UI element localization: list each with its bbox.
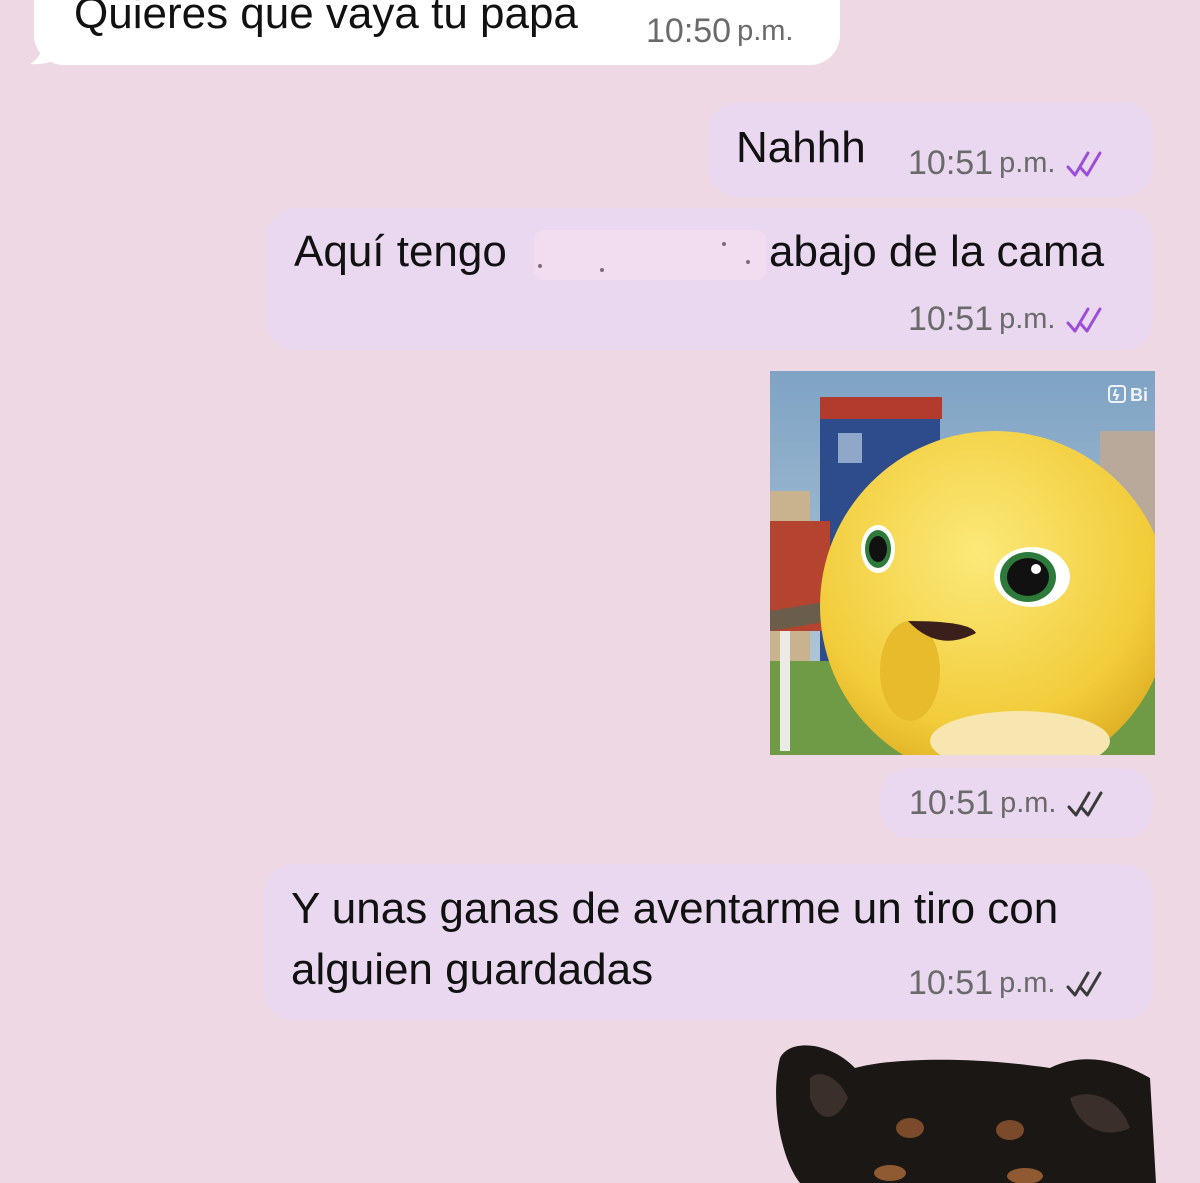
double-check-icon bbox=[1066, 307, 1101, 332]
redaction-speck bbox=[600, 268, 604, 272]
incoming-bubble-tail bbox=[30, 36, 60, 65]
redacted-text bbox=[534, 230, 766, 280]
redaction-speck bbox=[538, 264, 542, 268]
media-timestamp-bubble: 10:51 p.m. bbox=[880, 768, 1153, 838]
redaction-speck bbox=[722, 242, 726, 246]
message-text-end: abajo de la cama bbox=[769, 227, 1105, 276]
timestamp-time: 10:50 bbox=[646, 12, 732, 50]
message-text-line-2: alguien guardadas bbox=[291, 945, 654, 994]
sticker-image[interactable]: Bi bbox=[770, 371, 1155, 755]
message-text-line-1: Y unas ganas de aventarme un tiro con bbox=[291, 884, 1059, 933]
incoming-message-bubble[interactable]: Quieres que vaya tu papa 10:50 p.m. bbox=[34, 0, 840, 65]
outgoing-message-bubble[interactable]: Aquí tengo abajo de la cama 10:51 p.m. bbox=[266, 208, 1153, 350]
double-check-icon bbox=[1067, 791, 1102, 816]
timestamp-suffix: p.m. bbox=[999, 303, 1056, 335]
message-text: Nahhh bbox=[736, 123, 866, 172]
timestamp-suffix: p.m. bbox=[1000, 787, 1057, 819]
double-check-icon bbox=[1066, 971, 1101, 996]
message-timestamp: 10:51 p.m. bbox=[908, 300, 1108, 339]
message-timestamp: 10:50 p.m. bbox=[646, 12, 794, 51]
timestamp-suffix: p.m. bbox=[999, 967, 1056, 999]
dog-sticker-image[interactable] bbox=[770, 1038, 1156, 1183]
redaction-speck bbox=[746, 260, 750, 264]
timestamp-suffix: p.m. bbox=[999, 147, 1056, 179]
chat-thread: Quieres que vaya tu papa 10:50 p.m. Nahh… bbox=[0, 0, 1200, 1183]
message-timestamp: 10:51 p.m. bbox=[908, 144, 1108, 183]
outgoing-message-bubble[interactable]: Y unas ganas de aventarme un tiro con al… bbox=[264, 864, 1153, 1020]
message-timestamp: 10:51 p.m. bbox=[908, 964, 1108, 1003]
watermark-text: Bi bbox=[1130, 385, 1148, 405]
double-check-icon bbox=[1066, 151, 1101, 176]
message-timestamp: 10:51 p.m. bbox=[909, 784, 1109, 823]
timestamp-suffix: p.m. bbox=[737, 15, 794, 47]
outgoing-message-bubble[interactable]: Nahhh 10:51 p.m. bbox=[708, 102, 1153, 197]
timestamp-time: 10:51 bbox=[909, 784, 995, 822]
message-text-start: Aquí tengo bbox=[294, 227, 507, 276]
timestamp-time: 10:51 bbox=[908, 144, 994, 182]
message-text: Quieres que vaya tu papa bbox=[74, 0, 578, 38]
timestamp-time: 10:51 bbox=[908, 300, 994, 338]
sticker-character: Bi bbox=[770, 371, 1155, 755]
timestamp-time: 10:51 bbox=[908, 964, 994, 1002]
sticker-dog bbox=[776, 1045, 1156, 1183]
